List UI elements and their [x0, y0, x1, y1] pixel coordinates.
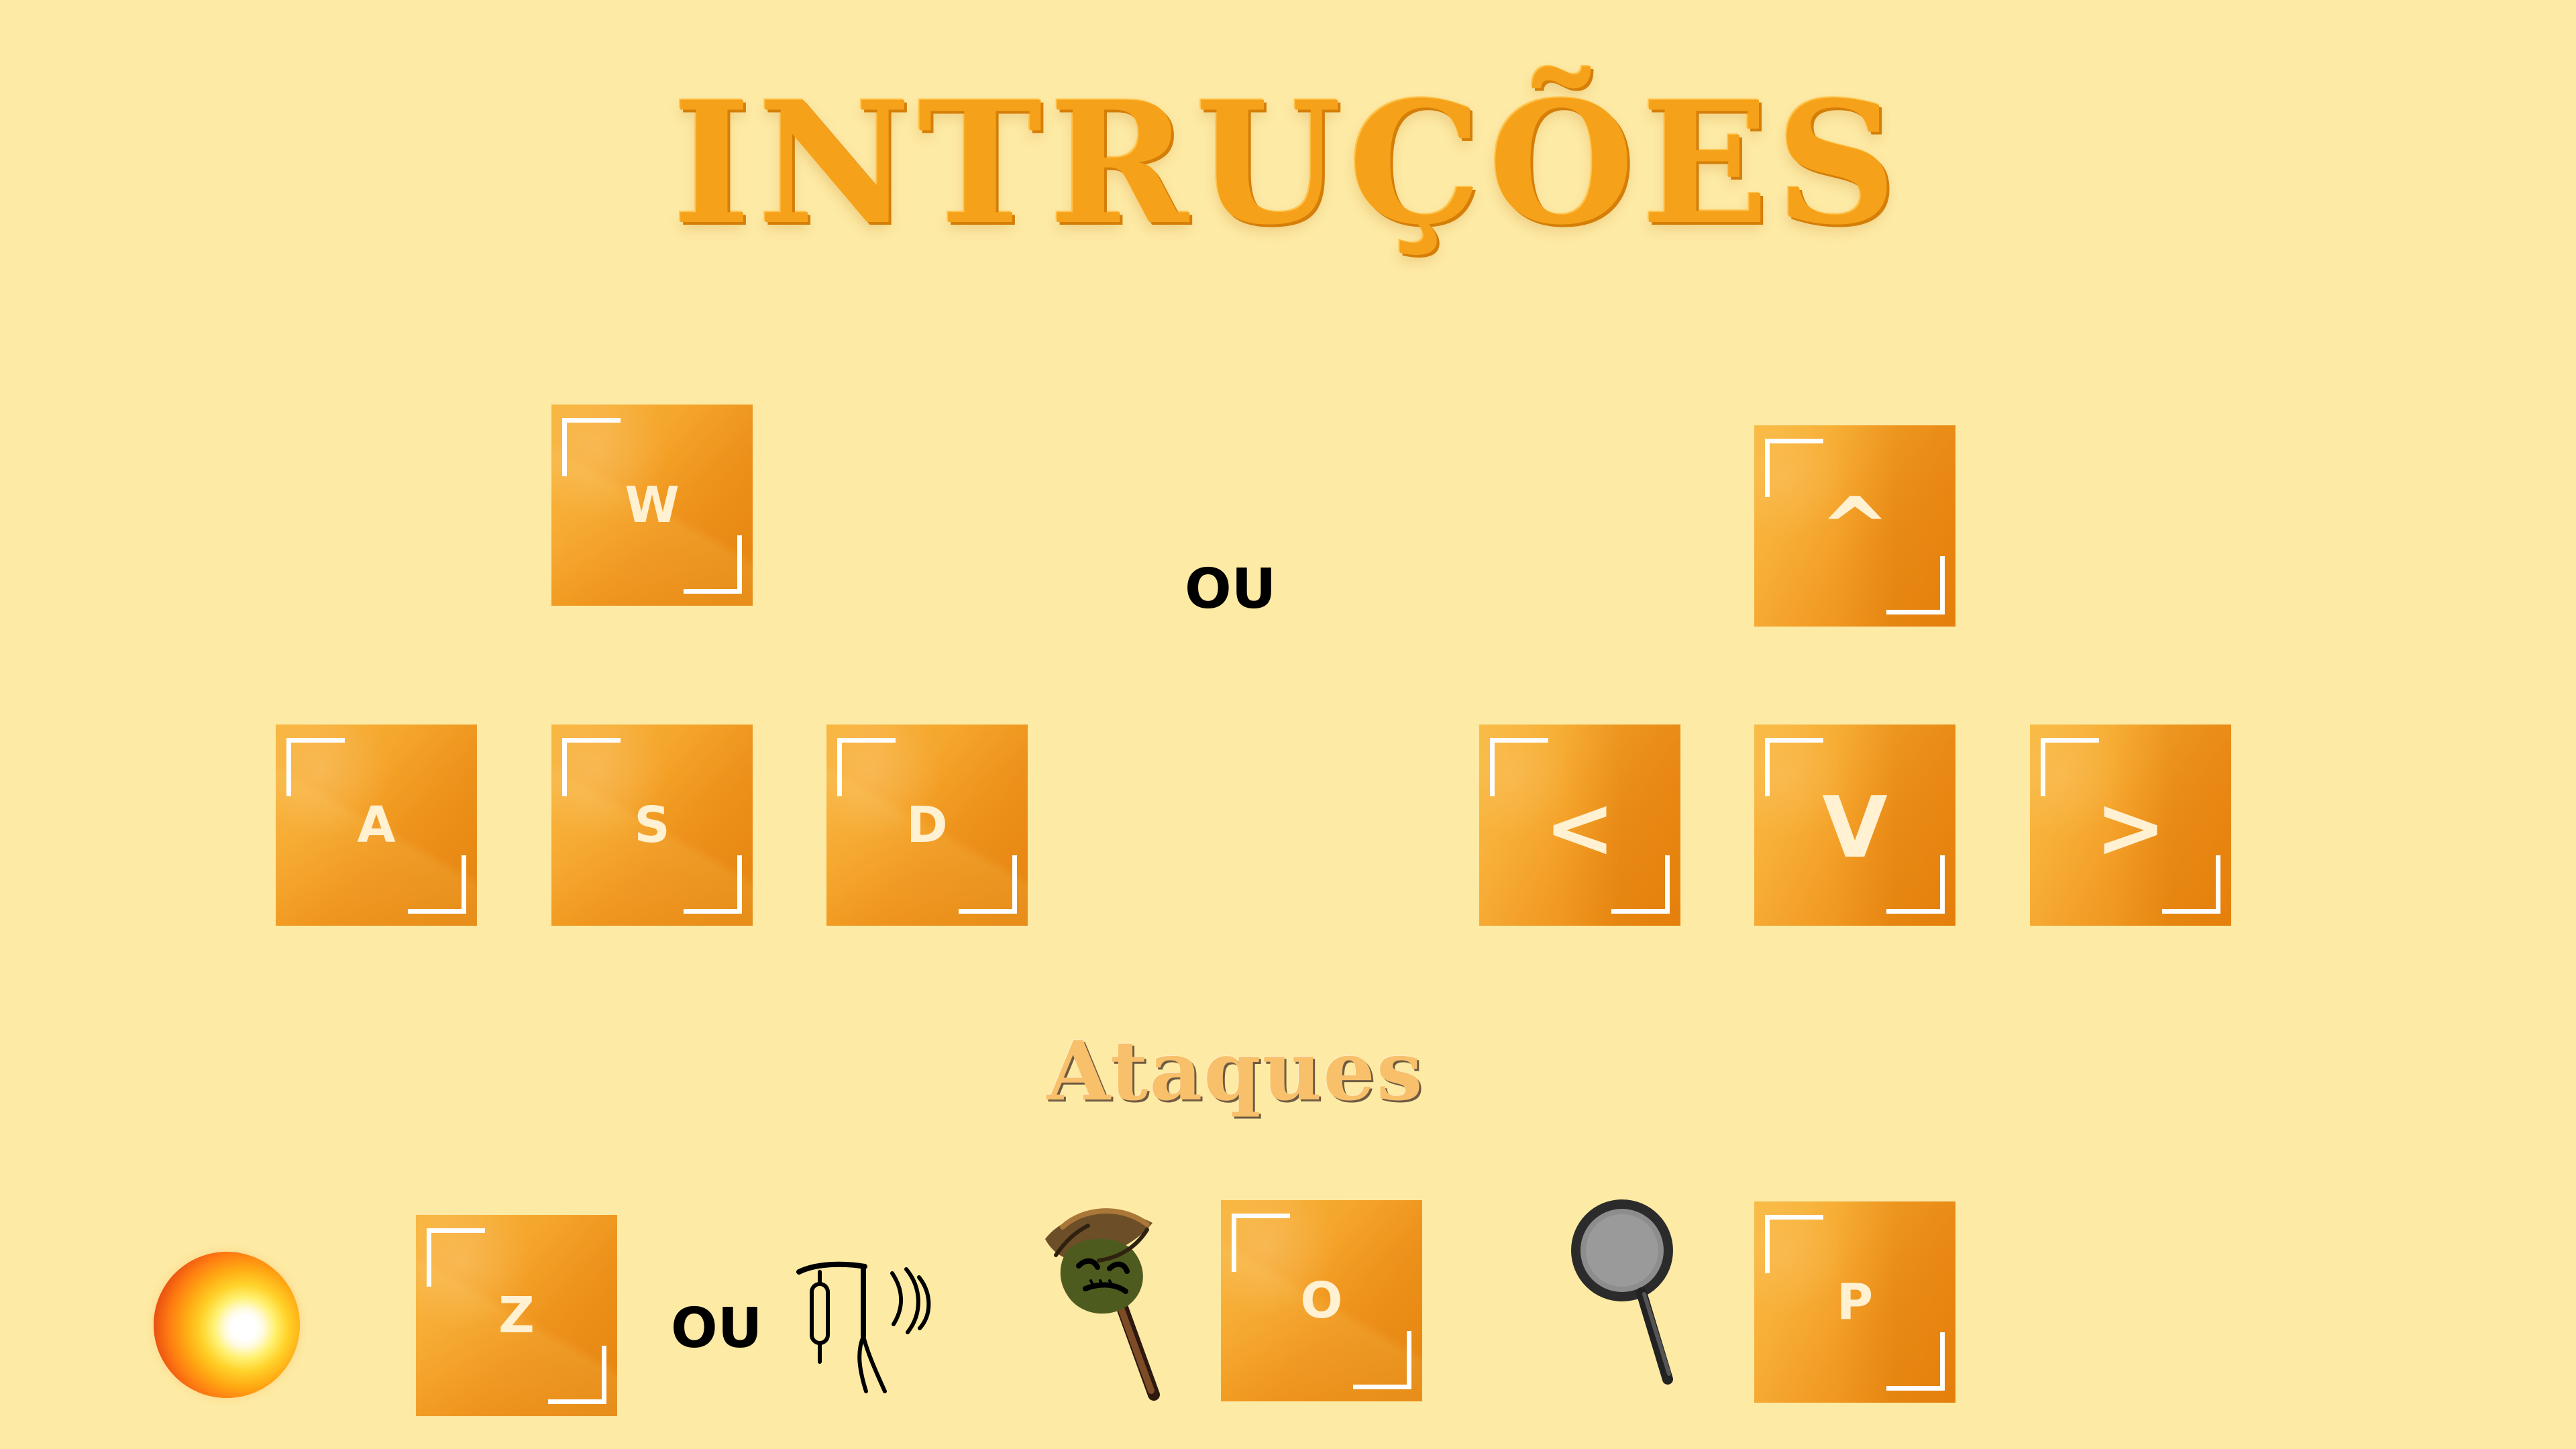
- key-arrow-left: <: [1479, 724, 1680, 926]
- key-d: D: [826, 724, 1028, 926]
- fireball-icon: [154, 1252, 300, 1398]
- key-s: S: [551, 724, 753, 926]
- key-arrow-down: v: [1754, 724, 1955, 926]
- key-label-arrow-up: ^: [1819, 479, 1890, 578]
- hanged-figure-icon: [796, 1261, 931, 1393]
- movement-or-label: OU: [1185, 557, 1277, 621]
- key-label-s: S: [634, 796, 670, 854]
- key-label-o: O: [1300, 1272, 1343, 1330]
- frying-pan-icon: [1571, 1199, 1673, 1385]
- key-arrow-right: >: [2030, 724, 2231, 926]
- key-p: P: [1754, 1201, 1955, 1403]
- page-title: INTRUÇÕES: [672, 64, 1904, 262]
- key-z: Z: [416, 1215, 617, 1416]
- key-w: W: [551, 405, 753, 606]
- key-label-arrow-left: <: [1544, 778, 1615, 877]
- key-o: O: [1221, 1200, 1422, 1401]
- key-label-w: W: [625, 476, 680, 534]
- key-a: A: [276, 724, 477, 926]
- key-arrow-up: ^: [1754, 425, 1955, 627]
- key-label-arrow-right: >: [2095, 778, 2166, 877]
- key-label-a: A: [357, 796, 396, 854]
- key-label-z: Z: [498, 1287, 535, 1344]
- attack-or-label: OU: [671, 1297, 763, 1360]
- scarecrow-icon: [1045, 1208, 1160, 1401]
- key-label-d: D: [906, 796, 948, 854]
- attacks-title: Ataques: [1046, 1022, 1424, 1119]
- key-label-p: P: [1836, 1273, 1874, 1331]
- key-label-arrow-down: v: [1822, 778, 1888, 877]
